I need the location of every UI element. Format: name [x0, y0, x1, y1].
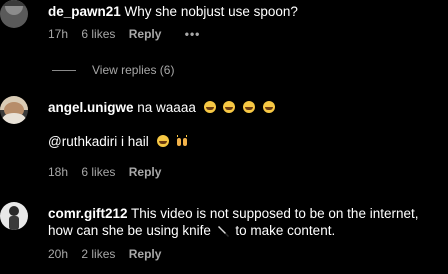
comment-item: comr.gift212 This video is not supposed … [0, 202, 448, 274]
comment-likes[interactable]: 2 likes [81, 247, 115, 261]
comment-text: This video is not supposed to be on the … [131, 206, 419, 221]
comment-text: how can she be using knife [48, 223, 211, 238]
view-replies-label: View replies (6) [92, 63, 175, 77]
comment-meta: 20h 2 likes Reply [48, 246, 171, 262]
comment-likes[interactable]: 6 likes [81, 27, 115, 41]
comment-line: angel.unigwe na waaaa [48, 98, 444, 117]
laughing-emoji-icon [203, 101, 216, 113]
comment-item: de_pawn21 Why she nobjust use spoon? 17h… [0, 0, 448, 60]
comment-username[interactable]: de_pawn21 [48, 4, 121, 19]
comment-username[interactable]: angel.unigwe [48, 100, 134, 115]
reply-button[interactable]: Reply [129, 165, 162, 179]
reply-button[interactable]: Reply [129, 27, 162, 41]
comment-username[interactable]: comr.gift212 [48, 206, 128, 221]
comment-likes[interactable]: 6 likes [81, 165, 115, 179]
comment-meta: 17h 6 likes Reply ••• [48, 26, 210, 42]
comment-line: how can she be using knife to make conte… [48, 221, 444, 240]
comment-text: to make content. [235, 223, 336, 238]
avatar[interactable] [0, 202, 28, 230]
laughing-emoji-icon [243, 101, 256, 113]
reply-button[interactable]: Reply [129, 247, 162, 261]
comment-text: Why she nobjust use spoon? [124, 4, 298, 19]
comment-time: 17h [48, 27, 69, 41]
comment-time: 20h [48, 247, 69, 261]
view-replies-button[interactable]: View replies (6) [52, 62, 174, 78]
comment-text: na waaaa [137, 100, 196, 115]
avatar[interactable] [0, 96, 28, 124]
comment-item: angel.unigwe na waaaa @ruthkadiri i hail… [0, 96, 448, 186]
divider [52, 69, 76, 71]
laughing-emoji-icon [262, 101, 275, 113]
more-options-icon[interactable]: ••• [185, 27, 201, 41]
comments-panel: { "comments": [ { "username": "de_pawn21… [0, 0, 448, 274]
comment-meta: 18h 6 likes Reply [48, 164, 171, 180]
avatar[interactable] [0, 0, 28, 28]
comment-line: de_pawn21 Why she nobjust use spoon? [48, 2, 444, 21]
comment-line: @ruthkadiri i hail [48, 132, 444, 151]
laughing-emoji-icon [156, 135, 169, 147]
comment-mention-text[interactable]: @ruthkadiri i hail [48, 134, 149, 149]
laughing-emoji-icon [223, 101, 236, 113]
comment-time: 18h [48, 165, 69, 179]
knife-icon [217, 226, 229, 237]
raising-hands-icon [177, 135, 188, 146]
